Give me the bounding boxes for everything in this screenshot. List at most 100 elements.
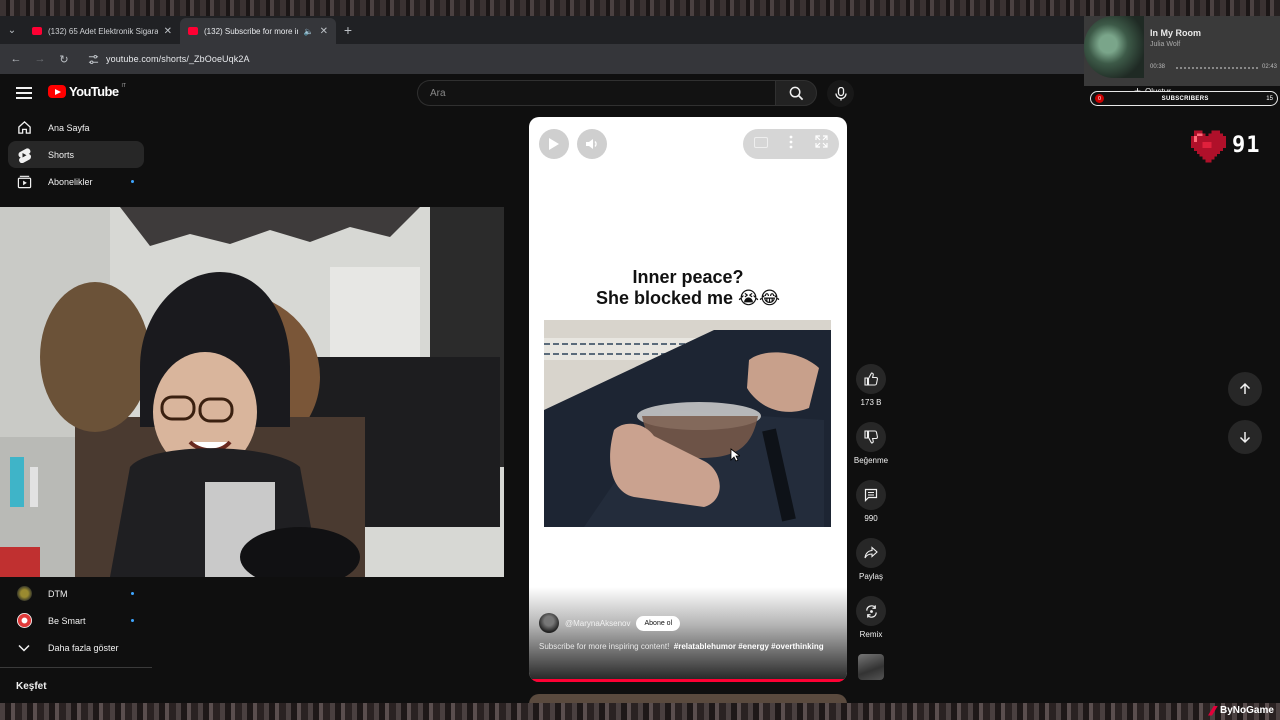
stream-frame-bottom-border [0, 703, 1280, 720]
sidebar-subscriptions-list: DTM Be Smart Daha fazla göster [0, 580, 152, 661]
player-options-group [743, 129, 839, 159]
album-art [1084, 16, 1144, 78]
tab-close-icon[interactable]: ✕ [320, 26, 328, 37]
shorts-player[interactable]: Inner peace? She blocked me 😭😂 @MarynaAk… [529, 117, 847, 682]
shorts-icon [16, 147, 32, 163]
back-arrow-icon[interactable]: ← [6, 49, 26, 69]
playback-progress-bar[interactable] [529, 679, 847, 682]
search-bar [417, 80, 817, 106]
subscriptions-icon [16, 174, 32, 190]
chevron-down-icon [16, 640, 32, 656]
dislike-action: Beğenme [848, 422, 894, 467]
heart-counter: 91 [1188, 126, 1261, 164]
show-more-button[interactable]: Daha fazla göster [8, 634, 144, 661]
tab-close-icon[interactable]: ✕ [164, 26, 172, 37]
short-description: Subscribe for more inspiring content! #r… [539, 640, 829, 653]
share-icon [864, 546, 878, 559]
song-artist: Julia Wolf [1150, 41, 1181, 48]
hashtag-link[interactable]: #relatablehumor [674, 642, 736, 651]
tab-search-chevron-icon[interactable]: ⌄ [0, 16, 24, 44]
remix-button[interactable] [856, 596, 886, 626]
browser-tab-1[interactable]: (132) 65 Adet Elektronik Sigara ✕ [24, 18, 180, 44]
sidebar-item-label: Abonelikler [48, 176, 93, 187]
search-button[interactable] [775, 80, 817, 106]
volume-button[interactable] [577, 129, 607, 159]
mouse-cursor-icon [730, 448, 740, 462]
forward-arrow-icon[interactable]: → [30, 49, 50, 69]
song-elapsed: 00:38 [1150, 64, 1166, 70]
voice-search-button[interactable] [827, 80, 854, 107]
fullscreen-icon[interactable] [815, 135, 828, 153]
home-icon [16, 120, 32, 136]
heart-count: 91 [1232, 132, 1261, 158]
play-icon [549, 138, 559, 150]
share-button[interactable] [856, 538, 886, 568]
thumbs-down-icon [864, 430, 878, 444]
arrow-down-icon [1239, 432, 1251, 444]
arrow-up-icon [1239, 382, 1251, 394]
comment-action: 990 [848, 480, 894, 525]
subscribers-label: SUBSCRIBERS [1161, 95, 1209, 102]
like-button[interactable] [856, 364, 886, 394]
sidebar-item-label: Shorts [48, 149, 75, 160]
logo-text: YouTube [69, 84, 119, 99]
play-button[interactable] [539, 129, 569, 159]
tab-title: (132) 65 Adet Elektronik Sigara [48, 26, 158, 36]
channel-avatar[interactable] [539, 613, 559, 633]
browser-tab-2[interactable]: (132) Subscribe for more inspiring 🔈 ✕ [180, 18, 336, 44]
youtube-favicon-icon [32, 27, 42, 35]
channel-name: Be Smart [48, 615, 86, 626]
share-action: Paylaş [848, 538, 894, 583]
remix-label: Remix [859, 630, 883, 639]
url-text[interactable]: youtube.com/shorts/_ZbOoeUqk2A [106, 54, 250, 64]
like-action: 173 B [848, 364, 894, 409]
sidebar: Ana Sayfa Shorts Abonelikler [0, 114, 152, 195]
search-input[interactable] [417, 80, 775, 106]
youtube-logo[interactable]: YouTube IT [48, 83, 126, 99]
sidebar-item-subscriptions[interactable]: Abonelikler [8, 168, 144, 195]
explore-section-title: Keşfet [16, 681, 47, 692]
caption-line-2: She blocked me 😭😂 [595, 288, 781, 308]
speaker-icon[interactable]: 🔈 [304, 27, 314, 36]
sidebar-channel-dtm[interactable]: DTM [8, 580, 144, 607]
remix-icon [865, 604, 877, 618]
menu-icon[interactable] [14, 84, 34, 104]
sound-thumbnail[interactable] [858, 654, 884, 680]
youtube-favicon-icon [188, 27, 198, 35]
captions-icon[interactable] [753, 135, 768, 153]
browser-address-bar: ← → ↻ youtube.com/shorts/_ZbOoeUqk2A [0, 44, 1145, 74]
hashtag-link[interactable]: #overthinking [771, 642, 823, 651]
comment-count: 990 [864, 514, 878, 523]
like-count: 173 B [860, 398, 882, 407]
song-progress-bar [1176, 67, 1258, 69]
subscribe-button[interactable]: Abone ol [636, 615, 681, 631]
stream-frame-top-border [0, 0, 1280, 16]
sidebar-channel-be-smart[interactable]: Be Smart [8, 607, 144, 634]
short-overlay-gradient [529, 587, 847, 682]
comments-button[interactable] [856, 480, 886, 510]
dislike-label: Beğenme [853, 456, 889, 465]
channel-avatar [16, 586, 32, 602]
site-settings-icon[interactable] [84, 50, 102, 68]
show-more-label: Daha fazla göster [48, 642, 119, 653]
brand-name: ByNoGame [1220, 705, 1274, 716]
hashtag-link[interactable]: #energy [738, 642, 769, 651]
browser-tab-bar: ⌄ (132) 65 Adet Elektronik Sigara ✕ (132… [0, 16, 1145, 44]
channel-name: DTM [48, 588, 68, 599]
short-caption: Inner peace? She blocked me 😭😂 [529, 267, 847, 309]
dislike-button[interactable] [856, 422, 886, 452]
reload-icon[interactable]: ↻ [54, 49, 74, 69]
previous-short-button[interactable] [1228, 372, 1262, 406]
subscriber-goal-bar: 0 SUBSCRIBERS 15 [1090, 91, 1278, 106]
sidebar-item-home[interactable]: Ana Sayfa [8, 114, 144, 141]
new-tab-button[interactable]: + [336, 22, 360, 38]
next-short-button[interactable] [1228, 420, 1262, 454]
channel-handle[interactable]: @MarynaAksenov [565, 619, 630, 628]
sidebar-item-shorts[interactable]: Shorts [8, 141, 144, 168]
more-options-icon[interactable] [789, 135, 793, 154]
volume-icon [586, 139, 597, 149]
description-text: Subscribe for more inspiring content! [539, 642, 670, 651]
video-clip [544, 320, 831, 527]
new-content-dot [131, 619, 134, 622]
sound-action [848, 654, 894, 680]
